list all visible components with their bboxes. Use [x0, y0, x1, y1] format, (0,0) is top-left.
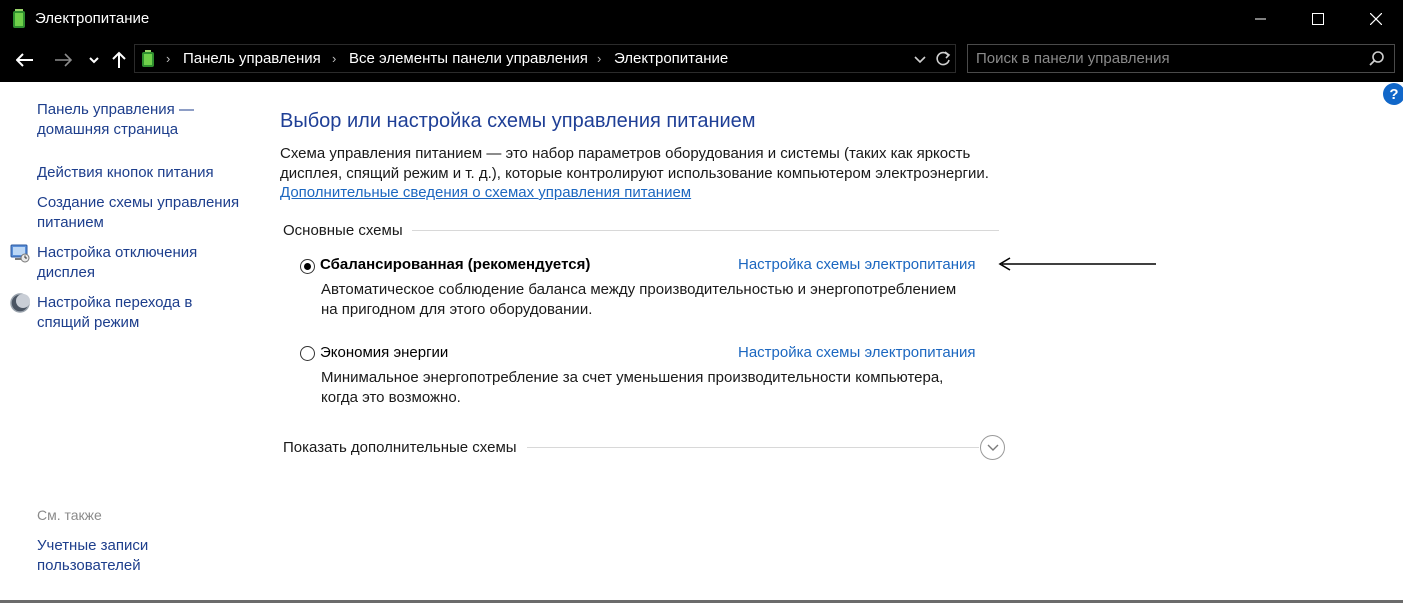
sidebar-item-label: Настройка отключения	[37, 244, 198, 261]
arrow-left-icon	[16, 53, 33, 67]
chevron-right-icon: ›	[166, 51, 171, 66]
sidebar-item-label: пользователей	[37, 557, 141, 574]
breadcrumb-item[interactable]: Электропитание	[614, 50, 728, 67]
close-icon	[1370, 13, 1382, 25]
sidebar-item-display-off[interactable]: Настройка отключения дисплея	[37, 243, 197, 283]
maximize-icon	[1312, 13, 1324, 25]
expand-button[interactable]	[980, 435, 1005, 460]
forward-button[interactable]	[48, 38, 78, 82]
breadcrumb-item[interactable]: Панель управления	[183, 50, 321, 67]
sidebar-item-sleep[interactable]: Настройка перехода в спящий режим	[37, 293, 192, 333]
up-button[interactable]	[108, 38, 130, 82]
chevron-down-icon	[89, 56, 99, 63]
plan-power-saver-configure-link[interactable]: Настройка схемы электропитания	[738, 344, 975, 361]
sidebar-item-label: Действия кнопок питания	[37, 164, 214, 181]
moon-icon	[10, 293, 30, 313]
sidebar-item-label: Создание схемы управления	[37, 194, 240, 211]
plan-power-saver-description: Минимальное энергопотребление за счет ум…	[321, 368, 1001, 408]
sidebar-home-link[interactable]: Панель управления — домашняя страница	[37, 100, 194, 140]
address-bar: › Панель управления › Все элементы панел…	[0, 38, 1403, 82]
recent-locations-button[interactable]	[84, 38, 104, 82]
plan-power-saver-radio[interactable]	[300, 346, 315, 361]
chevron-down-icon[interactable]	[911, 50, 929, 68]
back-button[interactable]	[10, 38, 40, 82]
sidebar-item-label: Настройка перехода в	[37, 294, 193, 311]
info-link[interactable]: Дополнительные сведения о схемах управле…	[280, 184, 691, 201]
search-input[interactable]	[976, 49, 1356, 68]
page-description: Схема управления питанием — это набор па…	[280, 144, 1010, 184]
group-label: Основные схемы	[283, 222, 403, 239]
plan-balanced-description: Автоматическое соблюдение баланса между …	[321, 280, 1001, 320]
search-icon[interactable]	[1368, 50, 1386, 68]
plan-balanced-name[interactable]: Сбалансированная (рекомендуется)	[320, 256, 590, 273]
close-button[interactable]	[1353, 0, 1399, 38]
see-also-heading: См. также	[37, 507, 102, 523]
sidebar-item-power-buttons[interactable]: Действия кнопок питания	[37, 163, 214, 183]
plan-balanced-configure-link[interactable]: Настройка схемы электропитания	[738, 256, 975, 273]
breadcrumb[interactable]: › Панель управления › Все элементы панел…	[134, 44, 956, 73]
sidebar-item-label: Учетные записи	[37, 537, 149, 554]
description-line: Минимальное энергопотребление за счет ум…	[321, 369, 944, 386]
description-line: на пригодном для этого оборудовании.	[321, 301, 593, 318]
maximize-button[interactable]	[1295, 0, 1341, 38]
battery-icon	[142, 50, 154, 67]
sidebar-item-label: дисплея	[37, 264, 95, 281]
help-button[interactable]: ?	[1383, 83, 1403, 105]
description-line: когда это возможно.	[321, 389, 461, 406]
window-title: Электропитание	[35, 10, 150, 27]
sidebar-item-label: домашняя страница	[37, 121, 179, 138]
arrow-right-icon	[55, 53, 72, 67]
sidebar-item-label: спящий режим	[37, 314, 140, 331]
sidebar-item-create-plan[interactable]: Создание схемы управления питанием	[37, 193, 239, 233]
minimize-button[interactable]	[1238, 0, 1284, 38]
show-more-plans-label[interactable]: Показать дополнительные схемы	[283, 439, 517, 456]
sidebar-item-user-accounts[interactable]: Учетные записи пользователей	[37, 536, 148, 576]
chevron-right-icon: ›	[332, 51, 337, 66]
sidebar-item-label: питанием	[37, 214, 104, 231]
chevron-right-icon: ›	[597, 51, 602, 66]
chevron-down-icon	[987, 444, 998, 451]
minimize-icon	[1255, 18, 1266, 20]
arrow-up-icon	[112, 51, 126, 68]
description-line: Автоматическое соблюдение баланса между …	[321, 281, 957, 298]
search-box	[967, 44, 1395, 73]
refresh-icon[interactable]	[933, 49, 953, 69]
display-icon	[10, 244, 30, 263]
description-line: дисплея, спящий режим и т. д.), которые …	[280, 165, 989, 182]
breadcrumb-item[interactable]: Все элементы панели управления	[349, 50, 588, 67]
divider	[412, 230, 999, 231]
annotation-arrow-icon	[998, 257, 1156, 271]
divider	[527, 447, 979, 448]
battery-icon	[13, 9, 25, 28]
sidebar-item-label: Панель управления —	[37, 101, 194, 118]
title-bar: Электропитание	[0, 0, 1403, 38]
page-title: Выбор или настройка схемы управления пит…	[280, 110, 756, 132]
plan-balanced-radio[interactable]	[300, 259, 315, 274]
plan-power-saver-name[interactable]: Экономия энергии	[320, 344, 448, 361]
description-line: Схема управления питанием — это набор па…	[280, 145, 971, 162]
